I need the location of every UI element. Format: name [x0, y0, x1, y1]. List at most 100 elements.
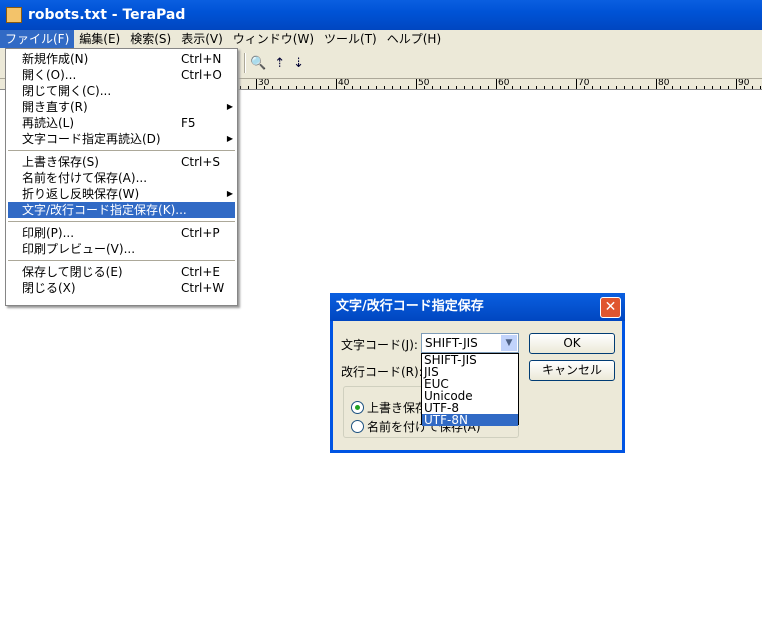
ok-button[interactable]: OK — [529, 333, 615, 354]
menu-item[interactable]: 新規作成(N) Ctrl+N — [6, 51, 237, 67]
radio-overwrite[interactable] — [351, 401, 364, 414]
ruler-tick — [616, 86, 617, 89]
menu-0[interactable]: ファイル(F) — [0, 30, 75, 48]
cancel-button[interactable]: キャンセル — [529, 360, 615, 381]
menu-item-label: 保存して閉じる(E) — [22, 265, 123, 279]
menu-item[interactable]: 保存して閉じる(E) Ctrl+E — [6, 264, 237, 280]
ruler-tick — [312, 86, 313, 89]
ruler-tick — [416, 79, 417, 89]
menu-item[interactable]: 印刷(P)... Ctrl+P — [6, 225, 237, 241]
menu-item-label: 上書き保存(S) — [22, 155, 99, 169]
chevron-down-icon[interactable]: ▼ — [501, 335, 517, 351]
menu-item[interactable]: 文字コード指定再読込(D) ▶ — [6, 131, 237, 147]
ruler-tick — [608, 86, 609, 89]
menu-item-shortcut: Ctrl+E — [181, 265, 220, 279]
charcode-value: SHIFT-JIS — [425, 336, 478, 350]
ruler-tick — [280, 86, 281, 89]
submenu-arrow-icon: ▶ — [226, 134, 233, 143]
ruler-number: 80 — [658, 79, 670, 88]
ruler-tick — [488, 86, 489, 89]
dialog-title: 文字/改行コード指定保存 — [336, 299, 484, 314]
menu-5[interactable]: ツール(T) — [319, 30, 382, 48]
find-previous-icon[interactable]: ⇡ — [274, 56, 285, 71]
ruler-tick — [448, 86, 449, 89]
menu-item[interactable]: 開く(O)... Ctrl+O — [6, 67, 237, 83]
ruler-tick — [696, 86, 697, 89]
ruler-tick — [336, 79, 337, 89]
ruler-tick — [760, 86, 761, 89]
menu-item[interactable]: 印刷プレビュー(V)... — [6, 241, 237, 257]
ruler-tick — [272, 86, 273, 89]
ruler-tick — [256, 79, 257, 89]
menu-item[interactable]: 再読込(L) F5 — [6, 115, 237, 131]
menu-3[interactable]: 表示(V) — [176, 30, 228, 48]
menu-item[interactable]: 折り返し反映保存(W) ▶ — [6, 186, 237, 202]
ruler-tick — [400, 86, 401, 89]
menu-item-label: 印刷プレビュー(V)... — [22, 242, 136, 256]
menu-item-label: 再読込(L) — [22, 116, 75, 130]
save-with-encoding-dialog: 文字/改行コード指定保存 ✕ 文字コード(J): SHIFT-JIS ▼ 改行コ… — [330, 293, 625, 453]
ruler-tick — [712, 86, 713, 89]
title-bar: robots.txt - TeraPad — [0, 0, 762, 30]
menu-4[interactable]: ウィンドウ(W) — [228, 30, 319, 48]
ruler-tick — [456, 86, 457, 89]
submenu-arrow-icon: ▶ — [226, 102, 233, 111]
menu-item-label: 新規作成(N) — [22, 52, 89, 66]
ruler-tick — [704, 86, 705, 89]
menu-item[interactable]: 上書き保存(S) Ctrl+S — [6, 154, 237, 170]
charcode-select[interactable]: SHIFT-JIS ▼ — [421, 333, 519, 353]
ruler-tick — [296, 86, 297, 89]
menu-2[interactable]: 検索(S) — [125, 30, 176, 48]
menu-item-shortcut: F5 — [181, 116, 196, 130]
radio-saveas[interactable] — [351, 420, 364, 433]
ruler-tick — [240, 86, 241, 89]
dialog-title-bar: 文字/改行コード指定保存 ✕ — [330, 293, 625, 321]
ruler-tick — [632, 86, 633, 89]
menu-item-shortcut: Ctrl+O — [181, 68, 222, 82]
menu-item-label: 文字/改行コード指定保存(K)... — [22, 203, 187, 217]
ruler-tick — [360, 86, 361, 89]
charcode-option[interactable]: UTF-8N — [422, 414, 518, 426]
ruler-tick — [288, 86, 289, 89]
menu-item-label: 文字コード指定再読込(D) — [22, 132, 161, 146]
ruler-tick — [752, 86, 753, 89]
ruler-tick — [568, 86, 569, 89]
close-icon[interactable]: ✕ — [600, 297, 621, 318]
ruler-number: 60 — [498, 79, 510, 88]
ruler-number: 70 — [578, 79, 590, 88]
ruler-tick — [480, 86, 481, 89]
ruler-tick — [576, 79, 577, 89]
ruler-tick — [472, 86, 473, 89]
ruler-tick — [736, 79, 737, 89]
charcode-label: 文字コード(J): — [341, 338, 418, 352]
file-menu-dropdown: 新規作成(N) Ctrl+N 開く(O)... Ctrl+O 閉じて開く(C)... 開き… — [5, 48, 238, 306]
find-next-icon[interactable]: ⇣ — [293, 56, 304, 71]
menu-item[interactable]: 文字/改行コード指定保存(K)... — [8, 202, 235, 218]
menu-item[interactable]: 閉じて開く(C)... — [6, 83, 237, 99]
submenu-arrow-icon: ▶ — [226, 189, 233, 198]
ruler-tick — [408, 86, 409, 89]
ruler-tick — [520, 86, 521, 89]
menu-item-label: 開き直す(R) — [22, 100, 88, 114]
ruler-tick — [544, 86, 545, 89]
radio-overwrite-label: 上書き保存 — [367, 401, 428, 415]
menu-item[interactable]: 閉じる(X) Ctrl+W — [6, 280, 237, 296]
ruler-tick — [440, 86, 441, 89]
ruler-tick — [248, 86, 249, 89]
find-binoculars-icon[interactable]: 🔍 — [250, 56, 266, 71]
menu-item-label: 閉じる(X) — [22, 281, 76, 295]
ruler-tick — [384, 86, 385, 89]
menu-item[interactable]: 名前を付けて保存(A)... — [6, 170, 237, 186]
menu-6[interactable]: ヘルプ(H) — [382, 30, 446, 48]
menu-item[interactable]: 開き直す(R) ▶ — [6, 99, 237, 115]
menu-item-label: 折り返し反映保存(W) — [22, 187, 140, 201]
toolbar-separator — [244, 53, 246, 73]
menu-item-label: 開く(O)... — [22, 68, 77, 82]
ruler-tick — [352, 86, 353, 89]
newline-label: 改行コード(R): — [341, 365, 423, 379]
ruler-tick — [304, 86, 305, 89]
menu-1[interactable]: 編集(E) — [74, 30, 125, 48]
ruler-tick — [600, 86, 601, 89]
ruler-tick — [728, 86, 729, 89]
ruler-number: 30 — [258, 79, 270, 88]
